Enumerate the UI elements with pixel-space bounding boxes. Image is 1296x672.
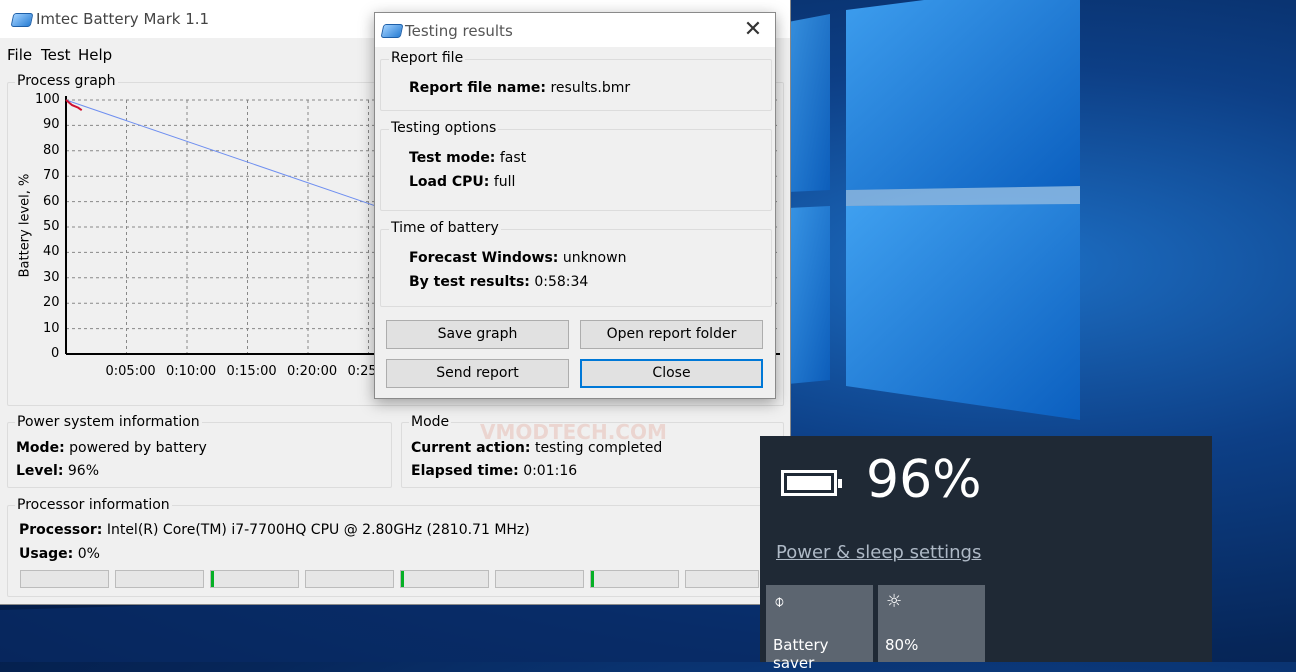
- core-usage-bar: [590, 570, 679, 588]
- elapsed-time-key: Elapsed time:: [411, 463, 519, 479]
- usage-row: Usage: 0%: [19, 546, 100, 562]
- load-cpu-key: Load CPU:: [409, 174, 490, 190]
- core-usage-bar: [20, 570, 109, 588]
- time-of-battery-label: Time of battery: [389, 220, 501, 236]
- close-icon[interactable]: ✕: [741, 18, 765, 42]
- test-result-row: By test results: 0:58:34: [409, 274, 588, 290]
- processor-value: Intel(R) Core(TM) i7-7700HQ CPU @ 2.80GH…: [106, 522, 530, 538]
- windows-logo: [788, 0, 1080, 420]
- report-file-value: results.bmr: [550, 80, 631, 96]
- battery-percent: 96%: [866, 450, 982, 510]
- processor-key: Processor:: [19, 522, 103, 538]
- mode-label: Mode: [409, 414, 452, 430]
- dialog-titlebar[interactable]: Testing results ✕: [375, 13, 775, 47]
- power-level-row: Level: 96%: [16, 463, 99, 479]
- test-mode-row: Test mode: fast: [409, 150, 526, 166]
- test-mode-value: fast: [499, 150, 527, 166]
- report-file-label: Report file: [389, 50, 466, 66]
- test-mode-key: Test mode:: [409, 150, 496, 166]
- load-cpu-value: full: [493, 174, 516, 190]
- power-info-label: Power system information: [15, 414, 202, 430]
- test-result-key: By test results:: [409, 274, 530, 290]
- elapsed-time-value: 0:01:16: [523, 463, 578, 479]
- load-cpu-row: Load CPU: full: [409, 174, 515, 190]
- open-report-folder-button[interactable]: Open report folder: [580, 320, 763, 349]
- battery-icon: [781, 470, 842, 496]
- testing-results-dialog: Testing results ✕ Report file Report fil…: [374, 12, 776, 399]
- elapsed-time-row: Elapsed time: 0:01:16: [411, 463, 577, 479]
- core-usage-bar: [210, 570, 299, 588]
- core-usage-bar: [400, 570, 489, 588]
- brightness-tile[interactable]: ☼ 80%: [878, 585, 985, 662]
- brightness-label: 80%: [885, 636, 919, 654]
- battery-saver-label: Battery saver: [773, 636, 829, 672]
- testing-options-label: Testing options: [389, 120, 499, 136]
- battery-saver-tile[interactable]: ⌽ Battery saver: [766, 585, 873, 672]
- watermark: VMODTECH.COM: [480, 420, 667, 444]
- report-file-row: Report file name: results.bmr: [409, 80, 630, 96]
- forecast-row: Forecast Windows: unknown: [409, 250, 626, 266]
- report-file-key: Report file name:: [409, 80, 547, 96]
- power-level-key: Level:: [16, 463, 64, 479]
- dialog-title: Testing results: [405, 22, 513, 40]
- usage-key: Usage:: [19, 546, 74, 562]
- leaf-icon: ⌽: [774, 591, 785, 612]
- testing-options-group: [380, 129, 772, 211]
- close-button[interactable]: Close: [580, 359, 763, 388]
- forecast-value: unknown: [562, 250, 627, 266]
- save-graph-button[interactable]: Save graph: [386, 320, 569, 349]
- core-usage-bar: [495, 570, 584, 588]
- power-mode-value: powered by battery: [69, 440, 207, 456]
- power-mode-key: Mode:: [16, 440, 65, 456]
- forecast-level-line: [65, 99, 393, 213]
- battery-flyout: 96% Power & sleep settings ⌽ Battery sav…: [760, 436, 1212, 672]
- forecast-key: Forecast Windows:: [409, 250, 559, 266]
- power-level-value: 96%: [67, 463, 100, 479]
- send-report-button[interactable]: Send report: [386, 359, 569, 388]
- processor-row: Processor: Intel(R) Core(TM) i7-7700HQ C…: [19, 522, 530, 538]
- core-usage-bar: [305, 570, 394, 588]
- usage-value: 0%: [77, 546, 100, 562]
- time-of-battery-group: [380, 229, 772, 307]
- power-mode-row: Mode: powered by battery: [16, 440, 207, 456]
- core-usage-bar: [685, 570, 759, 588]
- processor-info-label: Processor information: [15, 497, 172, 513]
- brightness-icon: ☼: [886, 591, 903, 612]
- power-sleep-settings-link[interactable]: Power & sleep settings: [776, 542, 981, 563]
- test-result-value: 0:58:34: [534, 274, 589, 290]
- core-usage-bar: [115, 570, 204, 588]
- dialog-logo-icon: [380, 24, 404, 38]
